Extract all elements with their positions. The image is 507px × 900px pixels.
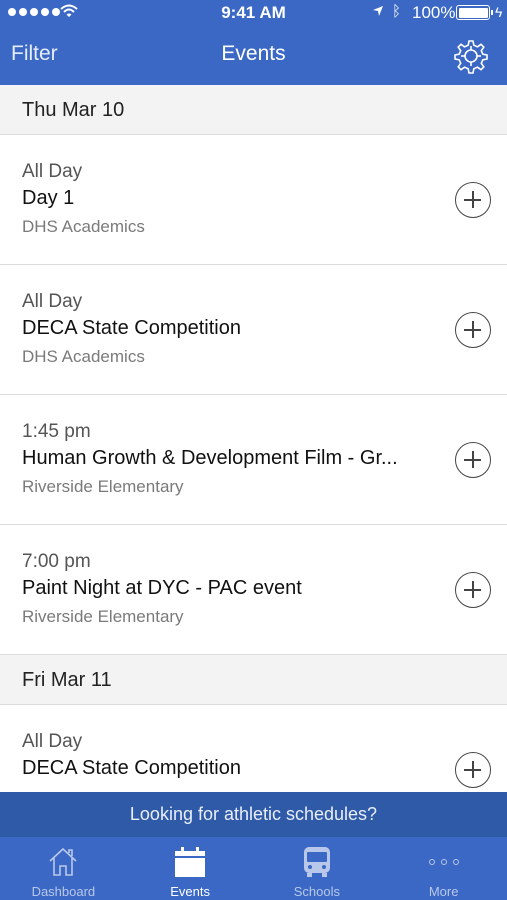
tab-label: Dashboard (31, 884, 96, 899)
tab-events[interactable]: Events (127, 837, 254, 900)
event-row[interactable]: All Day Day 1 DHS Academics (0, 135, 507, 265)
page-title: Events (221, 42, 286, 65)
header: 9:41 AM ᛒ 100% ϟ Filter Events (0, 0, 507, 85)
tab-label: More (428, 884, 459, 899)
bluetooth-icon: ᛒ (392, 3, 402, 20)
event-row[interactable]: 7:00 pm Paint Night at DYC - PAC event R… (0, 525, 507, 655)
event-title: Day 1 (22, 187, 75, 209)
events-list[interactable]: Thu Mar 10 All Day Day 1 DHS Academics A… (0, 85, 507, 792)
tab-more[interactable]: More (380, 837, 507, 900)
event-row[interactable]: All Day DECA State Competition DHS Acade… (0, 265, 507, 395)
event-time: All Day (22, 161, 83, 182)
location-icon (373, 6, 383, 16)
gear-icon[interactable] (453, 38, 489, 74)
home-icon (49, 847, 77, 876)
event-title: Human Growth & Development Film - Gr... (22, 447, 398, 469)
event-time: 1:45 pm (22, 421, 91, 442)
event-school: DHS Academics (22, 217, 145, 236)
add-event-plus-icon[interactable] (455, 572, 491, 608)
athletic-schedules-banner[interactable]: Looking for athletic schedules? (0, 792, 507, 837)
event-school: Riverside Elementary (22, 607, 184, 626)
calendar-icon (175, 847, 206, 877)
event-title: Paint Night at DYC - PAC event (22, 577, 302, 599)
event-time: All Day (22, 731, 83, 752)
status-bar: 9:41 AM ᛒ 100% ϟ (0, 0, 507, 26)
charging-icon: ϟ (495, 4, 503, 20)
add-event-plus-icon[interactable] (455, 442, 491, 478)
event-time: All Day (22, 291, 83, 312)
battery-percent: 100% (412, 3, 456, 22)
tab-label: Schools (293, 884, 340, 899)
date-header: Fri Mar 11 (0, 655, 507, 705)
event-school: Riverside Elementary (22, 477, 184, 496)
tab-bar: Dashboard Events Schools More (0, 837, 507, 900)
bus-icon (303, 847, 330, 877)
event-title: DECA State Competition (22, 317, 241, 339)
battery-nub (491, 10, 493, 15)
tab-label: Events (170, 884, 210, 899)
event-time: 7:00 pm (22, 551, 91, 572)
event-school: DHS Academics (22, 347, 145, 366)
tab-schools[interactable]: Schools (254, 837, 381, 900)
add-event-plus-icon[interactable] (455, 182, 491, 218)
event-row[interactable]: All Day DECA State Competition (0, 705, 507, 792)
event-title: DECA State Competition (22, 757, 241, 779)
add-event-plus-icon[interactable] (455, 752, 491, 788)
event-row[interactable]: 1:45 pm Human Growth & Development Film … (0, 395, 507, 525)
add-event-plus-icon[interactable] (455, 312, 491, 348)
more-dots-icon (428, 859, 459, 865)
date-header: Thu Mar 10 (0, 85, 507, 135)
battery-icon (456, 5, 490, 20)
nav-bar: Filter Events (0, 26, 507, 85)
tab-dashboard[interactable]: Dashboard (0, 837, 127, 900)
